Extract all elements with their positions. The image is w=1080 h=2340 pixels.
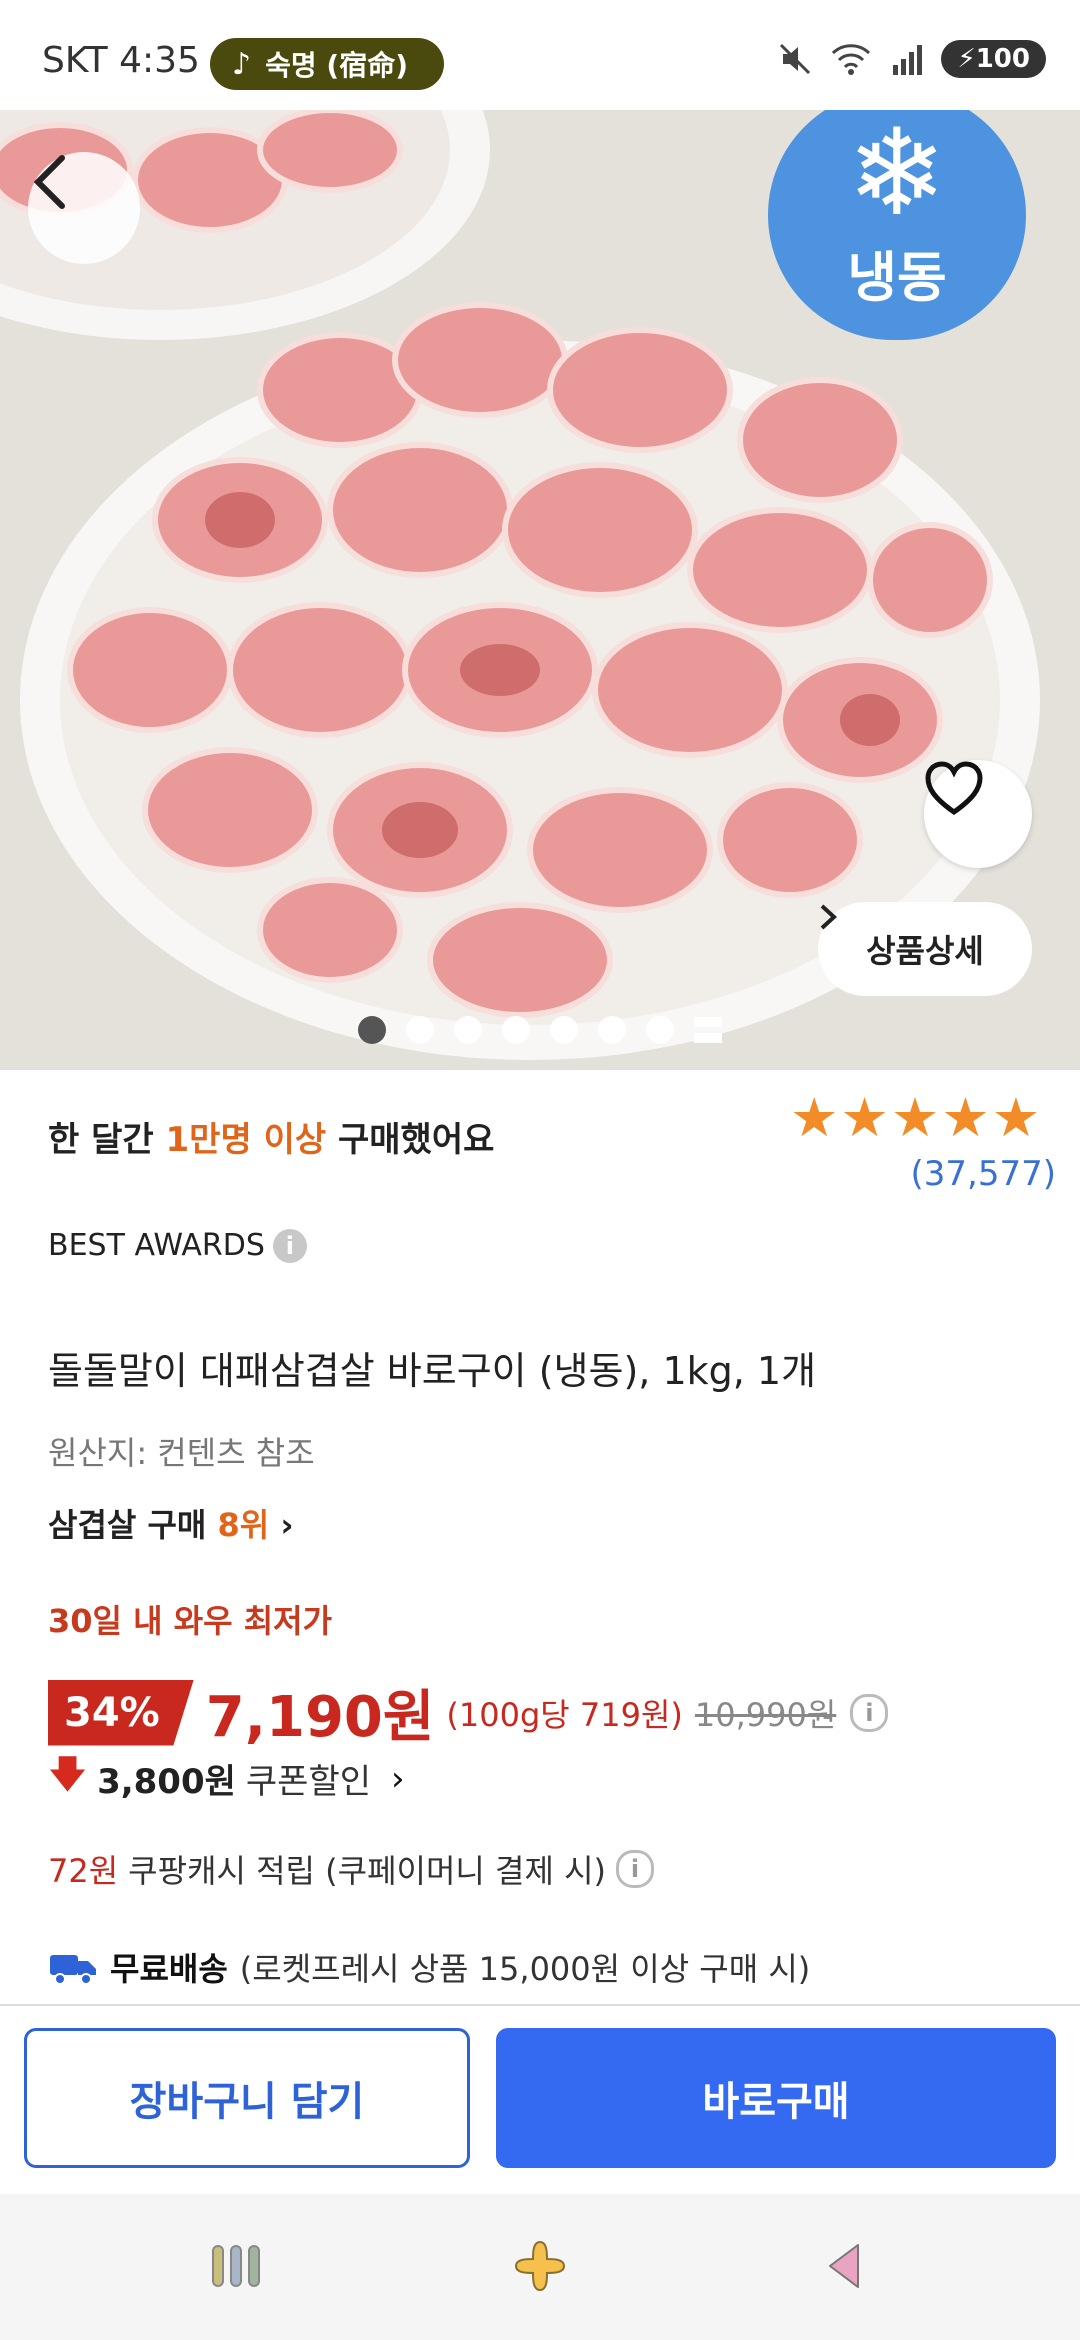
chevron-right-icon: › xyxy=(280,1506,294,1544)
back-triangle-icon xyxy=(829,2244,859,2288)
recent-apps-icon xyxy=(212,2245,260,2287)
pagination-dot[interactable] xyxy=(646,1016,674,1044)
unit-price: (100g당 719원) xyxy=(446,1695,683,1734)
cash-amount: 72원 xyxy=(48,1852,119,1890)
pagination-dot[interactable] xyxy=(502,1016,530,1044)
mute-icon xyxy=(780,43,811,75)
status-bar: SKT 4:35 ♪ 숙명 (宿命) ⚡100 xyxy=(0,0,1080,110)
coupon-discount-link[interactable]: 🡇 3,800원 쿠폰할인 › xyxy=(48,1746,405,1811)
music-title: 숙명 (宿命) xyxy=(265,49,409,82)
recent-apps-button[interactable] xyxy=(206,2236,266,2296)
review-count-link[interactable]: (37,577) xyxy=(911,1154,1057,1194)
cash-reward: 72원 쿠팡캐시 적립 (쿠페이머니 결제 시) i xyxy=(48,1846,654,1892)
shipping-info: 무료배송 (로켓프레시 상품 15,000원 이상 구매 시) xyxy=(48,1944,810,1990)
buy-now-button[interactable]: 바로구매 xyxy=(496,2028,1056,2168)
down-arrow-icon: 🡇 xyxy=(48,1752,88,1796)
awards-label: BEST AWARDS xyxy=(48,1228,265,1263)
coupon-label: 쿠폰할인 xyxy=(245,1762,372,1802)
chevron-right-icon: › xyxy=(391,1758,405,1799)
rating-stars[interactable]: ★ ★ ★ ★ ★ xyxy=(790,1090,1040,1146)
shipping-free-label: 무료배송 xyxy=(110,1950,228,1988)
wifi-icon xyxy=(832,44,871,75)
info-icon[interactable]: i xyxy=(616,1850,654,1888)
monthly-purchase-text: 한 달간 1만명 이상 구매했어요 xyxy=(48,1112,494,1161)
chevron-right-icon xyxy=(820,904,837,930)
frozen-label: 냉동 xyxy=(847,245,947,309)
music-note-icon: ♪ xyxy=(232,46,252,82)
battery-indicator: ⚡100 xyxy=(941,40,1046,78)
sale-price: 7,190원 xyxy=(205,1685,435,1750)
wow-lowest-price-label: 30일 내 와우 최저가 xyxy=(48,1602,333,1640)
rank-number: 8위 xyxy=(217,1506,270,1544)
monthly-prefix: 한 달간 xyxy=(48,1120,166,1160)
status-icons: ⚡100 xyxy=(777,40,1046,78)
music-pill[interactable]: ♪ 숙명 (宿命) xyxy=(210,38,445,90)
product-title: 돌돌말이 대패삼겹살 바로구이 (냉동), 1kg, 1개 xyxy=(48,1349,817,1393)
star-icon: ★ xyxy=(840,1086,889,1149)
gallery-grid-icon[interactable] xyxy=(694,1017,722,1043)
pagination-dot[interactable] xyxy=(598,1016,626,1044)
original-price: 10,990원 xyxy=(694,1695,837,1734)
monthly-highlight: 1만명 이상 xyxy=(165,1120,327,1160)
carrier-label: SKT xyxy=(42,40,108,81)
battery-level: 100 xyxy=(975,44,1030,74)
coupon-amount: 3,800원 xyxy=(97,1762,236,1802)
star-icon: ★ xyxy=(790,1086,839,1149)
best-awards: BEST AWARDS i xyxy=(48,1228,307,1263)
product-image[interactable]: ❄ 냉동 상품상세 xyxy=(0,110,1080,1070)
back-button[interactable] xyxy=(28,152,140,264)
battery-icon: ⚡ xyxy=(957,44,976,74)
info-icon[interactable]: i xyxy=(850,1693,889,1732)
home-icon xyxy=(514,2240,566,2292)
star-icon: ★ xyxy=(991,1086,1041,1149)
add-to-cart-button[interactable]: 장바구니 담기 xyxy=(24,2028,470,2168)
status-carrier-time: SKT 4:35 xyxy=(42,40,200,81)
pagination-dot[interactable] xyxy=(454,1016,482,1044)
star-icon: ★ xyxy=(941,1086,990,1149)
time-label: 4:35 xyxy=(119,40,200,81)
image-pagination xyxy=(358,1016,722,1044)
product-detail-button[interactable]: 상품상세 xyxy=(818,902,1032,996)
star-icon: ★ xyxy=(890,1086,940,1149)
pagination-dot[interactable] xyxy=(406,1016,434,1044)
category-rank-link[interactable]: 삼겹살 구매 8위 › xyxy=(48,1500,294,1546)
info-icon[interactable]: i xyxy=(272,1228,307,1263)
pagination-dot[interactable] xyxy=(550,1016,578,1044)
product-detail-label: 상품상세 xyxy=(866,932,984,970)
origin-text: 원산지: 컨텐츠 참조 xyxy=(48,1434,315,1472)
price-row: 34% 7,190원 (100g당 719원) 10,990원 i xyxy=(48,1672,889,1753)
chevron-left-icon xyxy=(33,155,65,209)
system-nav-bar xyxy=(0,2194,1080,2340)
wishlist-button[interactable] xyxy=(924,760,1032,868)
home-button[interactable] xyxy=(510,2236,570,2296)
heart-icon xyxy=(925,761,983,816)
delivery-truck-icon xyxy=(50,1955,96,1985)
shipping-note: (로켓프레시 상품 15,000원 이상 구매 시) xyxy=(239,1950,811,1988)
rank-prefix: 삼겹살 구매 xyxy=(48,1506,218,1544)
pagination-dot[interactable] xyxy=(358,1016,386,1044)
signal-icon xyxy=(893,45,923,75)
snowflake-icon: ❄ xyxy=(846,110,948,243)
monthly-suffix: 구매했어요 xyxy=(326,1120,495,1160)
back-nav-button[interactable] xyxy=(814,2236,874,2296)
cash-label: 쿠팡캐시 적립 (쿠페이머니 결제 시) xyxy=(128,1852,606,1890)
discount-badge: 34% xyxy=(48,1679,194,1746)
